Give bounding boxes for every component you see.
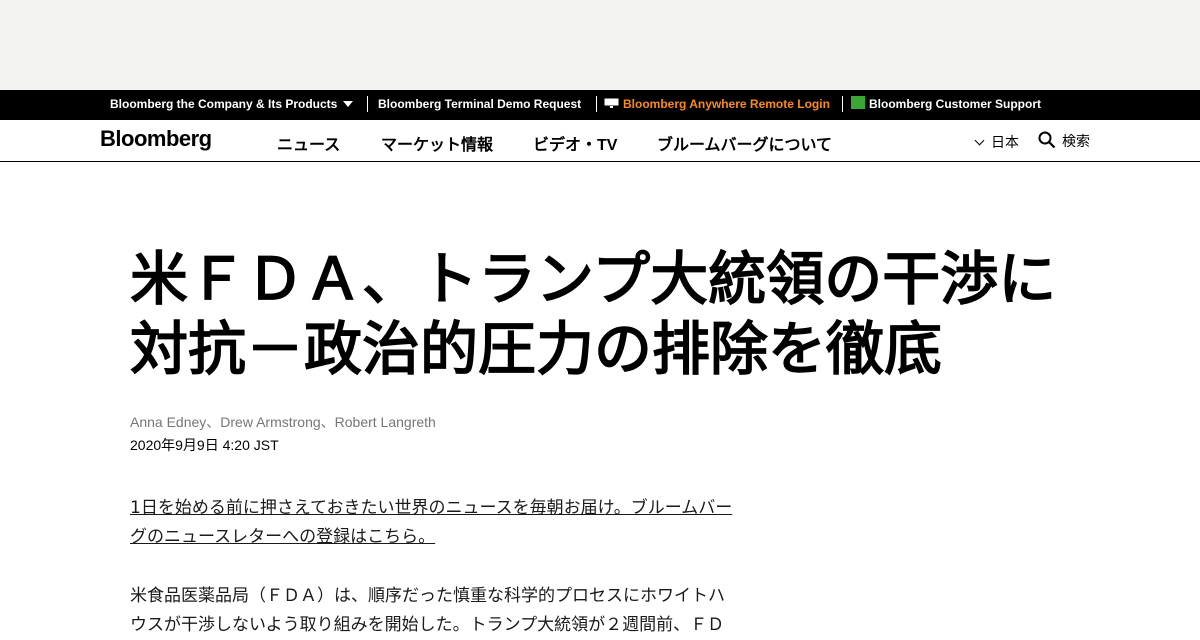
region-label: 日本 xyxy=(991,134,1019,150)
customer-support-label: Bloomberg Customer Support xyxy=(869,97,1042,111)
search-button[interactable]: 検索 xyxy=(1038,131,1090,151)
caret-down-icon xyxy=(343,100,354,107)
promo-line-1: 1日を始める前に押さえておきたい世界のニュースを毎朝お届け。ブルームバー xyxy=(130,498,733,518)
anywhere-login-link[interactable]: Bloomberg Anywhere Remote Login xyxy=(604,90,830,120)
anywhere-login-label: Bloomberg Anywhere Remote Login xyxy=(623,97,830,111)
headline-line-2: 対抗－政治的圧力の排除を徹底 xyxy=(130,315,943,383)
article-headline: 米ＦＤＡ、トランプ大統領の干渉に 対抗－政治的圧力の排除を徹底 xyxy=(130,244,1130,384)
nav-link-video-tv[interactable]: ビデオ・TV xyxy=(533,131,617,155)
company-products-menu[interactable]: Bloomberg the Company & Its Products xyxy=(110,90,354,120)
search-icon xyxy=(1038,131,1056,149)
bloomberg-logo[interactable]: Bloomberg xyxy=(100,126,212,152)
monitor-icon xyxy=(604,98,619,109)
promo-line-2: グのニュースレターへの登録はこちら。 xyxy=(130,527,436,547)
region-selector[interactable]: 日本 xyxy=(974,132,1019,152)
ad-banner-area xyxy=(0,0,1200,90)
body-line-1: 米食品医薬品局（ＦＤＡ）は、順序だった慎重な科学的プロセスにホワイトハ xyxy=(130,586,725,606)
article-authors[interactable]: Anna Edney、Drew Armstrong、Robert Langret… xyxy=(130,412,436,432)
help-icon xyxy=(851,96,865,110)
search-label: 検索 xyxy=(1062,133,1090,149)
main-nav: Bloomberg ニュース マーケット情報 ビデオ・TV ブルームバーグについ… xyxy=(0,120,1200,162)
corporate-bar: Bloomberg the Company & Its Products Blo… xyxy=(0,90,1200,120)
article-body-paragraph: 米食品医薬品局（ＦＤＡ）は、順序だった慎重な科学的プロセスにホワイトハ ウスが干… xyxy=(130,582,770,640)
nav-link-markets[interactable]: マーケット情報 xyxy=(381,131,493,155)
divider xyxy=(596,96,597,112)
article-timestamp: 2020年9月9日 4:20 JST xyxy=(130,437,279,453)
nav-link-about[interactable]: ブルームバーグについて xyxy=(657,131,832,155)
company-products-label: Bloomberg the Company & Its Products xyxy=(110,97,338,111)
newsletter-promo-link[interactable]: 1日を始める前に押さえておきたい世界のニュースを毎朝お届け。ブルームバー グのニ… xyxy=(130,494,775,552)
chevron-down-icon xyxy=(974,135,985,146)
divider xyxy=(842,96,843,112)
body-line-2: ウスが干渉しないよう取り組みを開始した。トランプ大統領が２週間前、ＦＤ xyxy=(130,615,725,635)
customer-support-link[interactable]: Bloomberg Customer Support xyxy=(851,90,1041,120)
headline-line-1: 米ＦＤＡ、トランプ大統領の干渉に xyxy=(130,245,1057,313)
nav-link-news[interactable]: ニュース xyxy=(277,131,340,155)
divider xyxy=(367,96,368,112)
terminal-demo-link[interactable]: Bloomberg Terminal Demo Request xyxy=(378,90,581,120)
